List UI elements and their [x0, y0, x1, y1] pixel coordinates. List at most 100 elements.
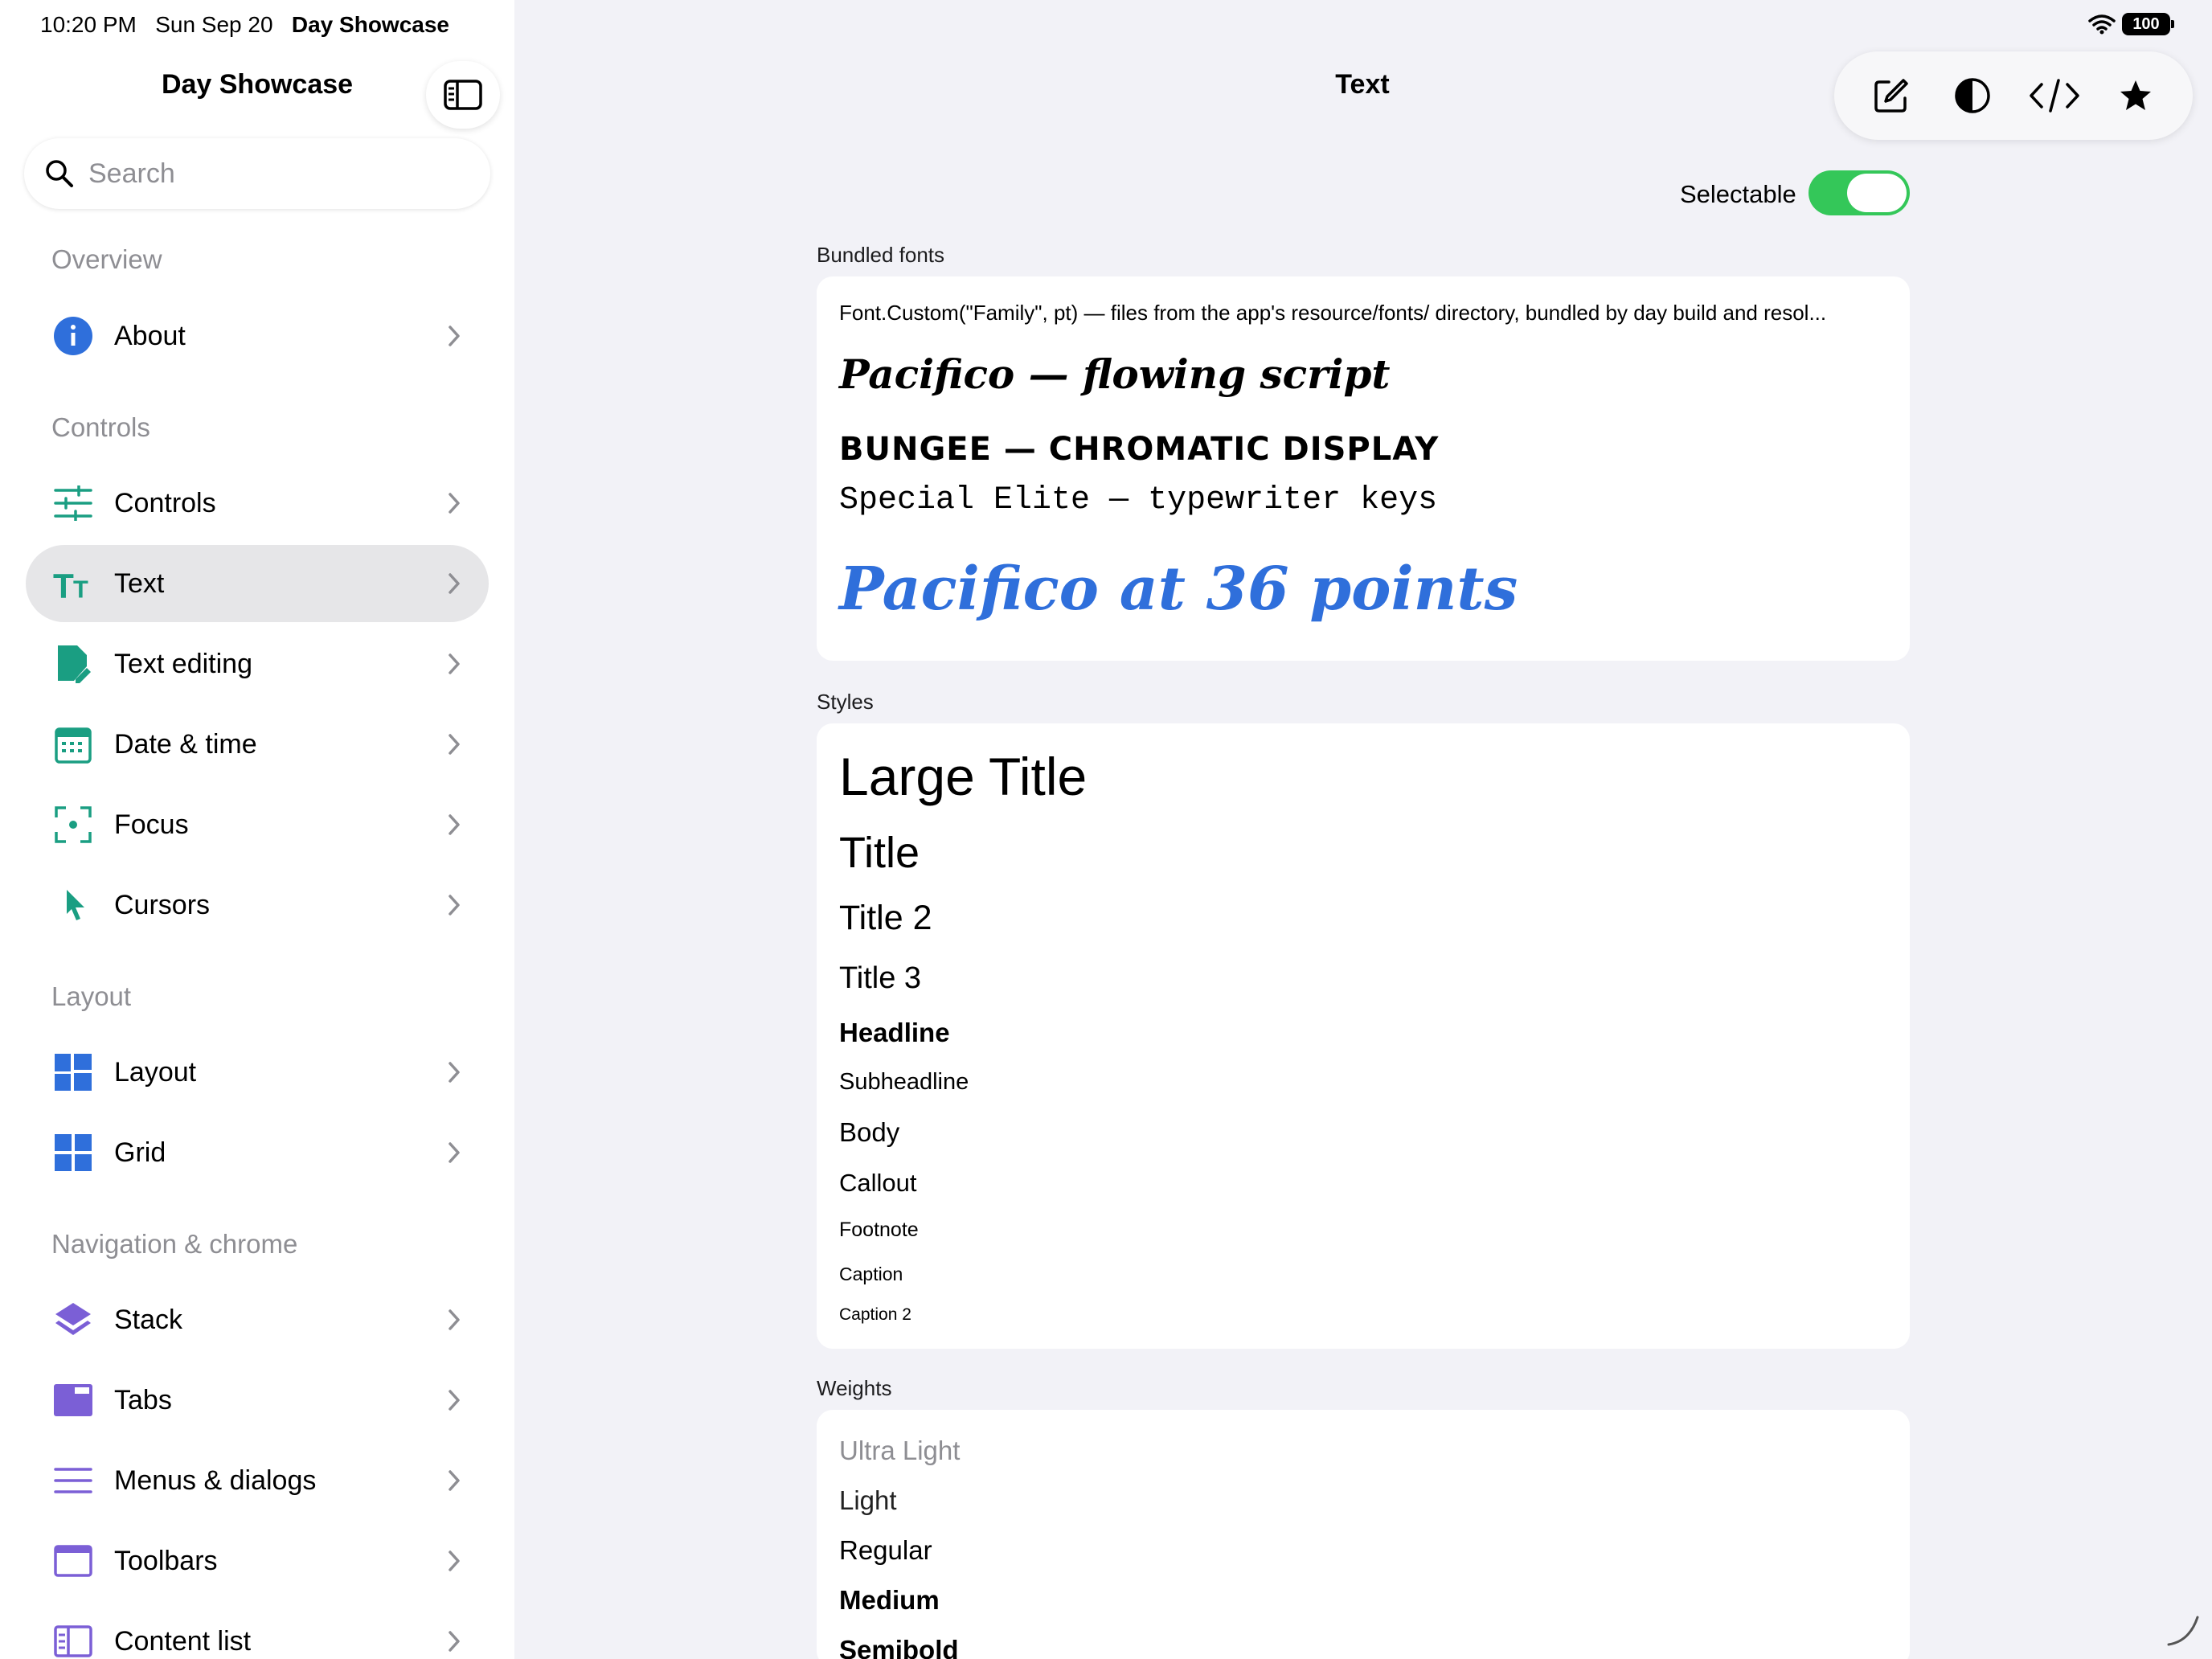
content-list-icon	[53, 1621, 93, 1659]
window-toolbar-icon	[53, 1541, 93, 1581]
chevron-right-icon	[449, 814, 460, 835]
bundled-fonts-description: Font.Custom("Family", pt) — files from t…	[839, 301, 1827, 325]
page-title: Text	[1335, 69, 1390, 100]
svg-text:T: T	[73, 575, 88, 601]
sidebar-item-label: Controls	[114, 487, 216, 518]
styles-card	[817, 723, 1910, 1349]
weight-light: Light	[839, 1485, 897, 1515]
calendar-icon	[53, 724, 93, 764]
bundled-fonts-header: Bundled fonts	[817, 243, 945, 267]
style-title-2: Title 2	[839, 899, 932, 937]
focus-icon	[53, 805, 93, 845]
svg-text:T: T	[53, 567, 74, 601]
pacifico-sample: Pacifico — flowing script	[839, 350, 1391, 398]
favorite-button[interactable]	[2103, 63, 2168, 128]
appearance-toggle-button[interactable]	[1940, 63, 2005, 128]
sidebar-item-label: About	[114, 320, 186, 351]
sidebar-item-label: Date & time	[114, 728, 257, 760]
sidebar-item-date-time[interactable]: Date & time	[26, 706, 489, 783]
sidebar-item-label: Tabs	[114, 1384, 172, 1415]
chevron-right-icon	[449, 1390, 460, 1411]
chevron-right-icon	[449, 653, 460, 674]
sidebar-item-label: Toolbars	[114, 1545, 218, 1576]
status-time: 10:20 PM	[40, 12, 137, 37]
compose-button[interactable]	[1859, 63, 1923, 128]
style-footnote: Footnote	[839, 1219, 919, 1241]
weight-semibold: Semibold	[839, 1635, 959, 1659]
selectable-toggle[interactable]	[1809, 170, 1910, 215]
chevron-right-icon	[449, 573, 460, 594]
section-layout: Layout	[51, 981, 132, 1011]
weights-header: Weights	[817, 1376, 892, 1400]
menu-lines-icon	[53, 1460, 93, 1501]
styles-header: Styles	[817, 690, 874, 714]
sidebar: Day Showcase Overview About Controls	[0, 0, 514, 1659]
star-icon	[2120, 80, 2152, 110]
document-edit-icon	[53, 644, 93, 684]
chevron-right-icon	[449, 895, 460, 916]
chevron-right-icon	[449, 1470, 460, 1491]
style-caption: Caption	[839, 1264, 903, 1284]
weights-card	[817, 1410, 1910, 1659]
section-navigation-chrome: Navigation & chrome	[51, 1229, 298, 1259]
sliders-icon	[53, 483, 93, 523]
wifi-icon	[2088, 14, 2116, 35]
style-caption-2: Caption 2	[839, 1305, 911, 1324]
sidebar-item-toolbars[interactable]: Toolbars	[26, 1522, 489, 1600]
sidebar-item-controls[interactable]: Controls	[26, 465, 489, 542]
sidebar-item-text[interactable]: T T Text	[26, 545, 489, 622]
style-body: Body	[839, 1117, 900, 1147]
section-overview: Overview	[51, 244, 162, 274]
section-controls: Controls	[51, 412, 150, 442]
chevron-right-icon	[449, 1142, 460, 1163]
sidebar-item-label: Content list	[114, 1625, 252, 1657]
special-elite-sample: Special Elite — typewriter keys	[839, 482, 1438, 518]
pacifico-large-sample: Pacifico at 36 points	[839, 555, 1518, 624]
sidebar-item-label: Stack	[114, 1304, 183, 1335]
search-input[interactable]	[88, 158, 474, 190]
stack-layers-icon	[53, 1300, 93, 1340]
sidebar-item-tabs[interactable]: Tabs	[26, 1362, 489, 1439]
search-field[interactable]	[24, 138, 490, 209]
style-headline: Headline	[839, 1018, 950, 1047]
sidebar-item-label: Layout	[114, 1056, 197, 1088]
sidebar-item-text-editing[interactable]: Text editing	[26, 625, 489, 703]
sidebar-item-label: Text editing	[114, 648, 252, 679]
sidebar-icon	[444, 80, 482, 110]
style-title-3: Title 3	[839, 961, 922, 995]
weight-medium: Medium	[839, 1585, 940, 1615]
sidebar-item-content-list[interactable]: Content list	[26, 1603, 489, 1659]
sidebar-item-stack[interactable]: Stack	[26, 1281, 489, 1358]
chevron-right-icon	[449, 1550, 460, 1571]
style-callout: Callout	[839, 1169, 917, 1197]
sidebar-item-cursors[interactable]: Cursors	[26, 866, 489, 944]
chevron-right-icon	[449, 1062, 460, 1083]
chevron-right-icon	[449, 1309, 460, 1330]
sidebar-item-focus[interactable]: Focus	[26, 786, 489, 863]
grid-icon	[53, 1133, 93, 1173]
text-size-icon: T T	[53, 563, 93, 604]
view-source-button[interactable]	[2022, 63, 2087, 128]
info-icon	[53, 316, 93, 356]
sidebar-item-grid[interactable]: Grid	[26, 1114, 489, 1191]
resize-handle-icon[interactable]	[2165, 1612, 2201, 1648]
sidebar-toggle-button[interactable]	[426, 61, 500, 129]
style-subheadline: Subheadline	[839, 1069, 969, 1095]
toolbar	[1834, 51, 2193, 140]
bungee-sample: BUNGEE — CHROMATIC DISPLAY	[839, 431, 1440, 468]
compose-icon	[1874, 79, 1908, 113]
status-bar-left: 10:20 PM Sun Sep 20 Day Showcase	[40, 12, 449, 38]
sidebar-item-menus-dialogs[interactable]: Menus & dialogs	[26, 1442, 489, 1519]
status-app-name: Day Showcase	[291, 12, 449, 37]
selectable-label: Selectable	[1680, 180, 1796, 208]
cursor-arrow-icon	[53, 885, 93, 925]
search-icon	[46, 160, 73, 187]
chevron-right-icon	[449, 326, 460, 346]
sidebar-item-label: Text	[114, 567, 165, 599]
status-date: Sun Sep 20	[155, 12, 273, 37]
tabs-icon	[53, 1380, 93, 1420]
sidebar-item-about[interactable]: About	[26, 297, 489, 375]
sidebar-item-layout[interactable]: Layout	[26, 1034, 489, 1111]
status-bar-right: 100	[2088, 13, 2174, 35]
weight-regular: Regular	[839, 1535, 932, 1565]
